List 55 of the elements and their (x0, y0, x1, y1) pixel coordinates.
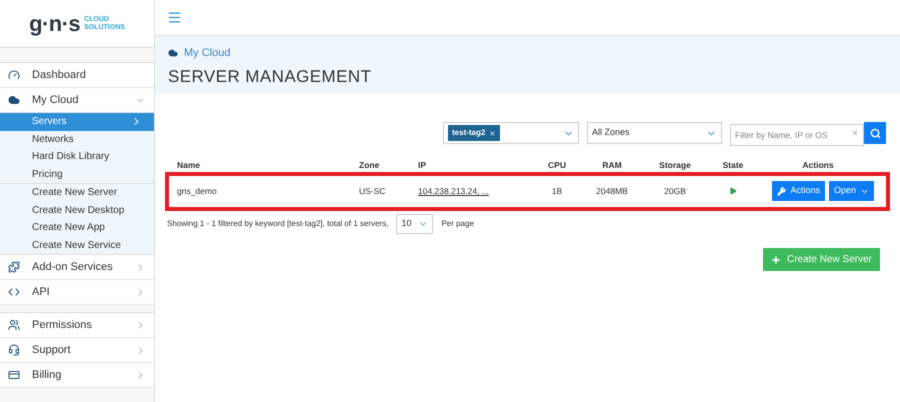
headset-icon (8, 344, 20, 356)
column-header: CPU (547, 158, 567, 172)
per-page-label: Per page (441, 218, 474, 230)
table-cell-text: US-SC (359, 184, 386, 198)
sidebar-item[interactable]: My Cloud (0, 88, 154, 113)
column-header: IP (418, 158, 428, 172)
sidebar-item[interactable]: Support (0, 338, 154, 363)
table-cell-text: 2048MB (595, 184, 629, 198)
submenu-item[interactable]: Networks (0, 130, 154, 148)
submenu-item[interactable]: Create New App (0, 219, 154, 236)
table-cell-text: 20GB (663, 184, 687, 198)
tag-chip[interactable]: test-tag2 (448, 125, 500, 141)
column-header: RAM (601, 158, 623, 172)
search-field[interactable]: Filter by Name, IP or OS (730, 124, 864, 146)
zone-select[interactable]: All Zones (587, 122, 722, 144)
sidebar-item[interactable]: API (0, 280, 154, 305)
column-header: State (722, 158, 744, 172)
sidebar-item[interactable]: Dashboard (0, 63, 154, 88)
table-cell-text: 1B (550, 184, 564, 198)
submenu-item[interactable]: Create New Desktop (0, 202, 154, 219)
submenu-item[interactable]: Create New Service (0, 236, 154, 254)
clear-icon[interactable] (851, 129, 859, 137)
page-title: SERVER MANAGEMENT (168, 66, 372, 88)
sidebar-item[interactable]: Billing (0, 363, 154, 388)
actions-button[interactable]: Actions (772, 181, 825, 201)
column-header: Storage (658, 158, 692, 172)
open-button[interactable]: Open (828, 181, 874, 201)
search-icon (870, 128, 880, 138)
submenu-item[interactable]: Pricing (0, 166, 154, 183)
card-icon (8, 369, 20, 381)
plus-icon (770, 254, 781, 264)
remove-icon[interactable] (489, 130, 496, 136)
submenu-item[interactable]: Hard Disk Library (0, 148, 154, 166)
wrench-icon (777, 186, 786, 196)
sidebar-item[interactable]: Permissions (0, 313, 154, 338)
cloud-icon (8, 94, 20, 106)
code-icon (8, 286, 20, 298)
per-page-select[interactable]: 10 (396, 214, 434, 234)
gauge-icon (8, 69, 20, 81)
column-header: Name (177, 158, 202, 172)
users-icon (8, 319, 20, 331)
logo-mark: g·n·s (29, 12, 80, 34)
column-header: Zone (359, 158, 380, 172)
cloud-icon (168, 48, 178, 58)
pagination-summary: Showing 1 - 1 filtered by keyword [test-tag2], total of 1 servers, (167, 218, 388, 230)
ip-link[interactable]: 104.238.213.24, ... (418, 184, 532, 198)
sidebar-item[interactable]: Add-on Services (0, 255, 154, 280)
puzzle-icon (8, 261, 20, 273)
tag-select[interactable]: test-tag2 (443, 122, 579, 144)
table-cell-text: gns_demo (177, 184, 218, 198)
menu-icon[interactable] (167, 10, 182, 25)
breadcrumb[interactable]: My Cloud (184, 45, 230, 62)
submenu-item[interactable]: Create New Server (0, 184, 154, 202)
search-button[interactable] (864, 122, 886, 144)
column-header: Actions (801, 158, 835, 172)
